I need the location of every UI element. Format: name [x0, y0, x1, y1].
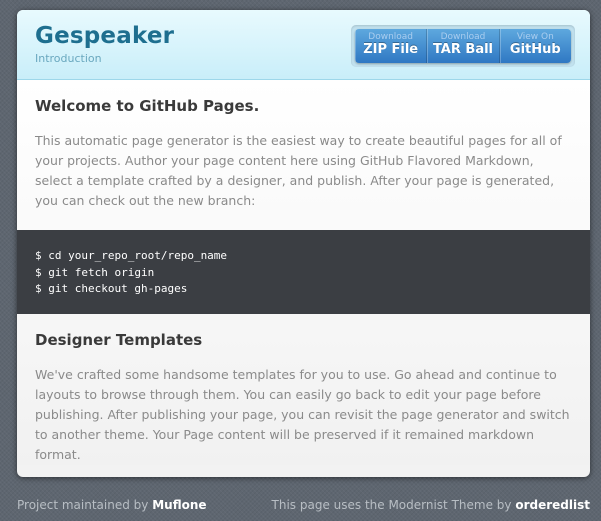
view-on-github-label: GitHub	[509, 42, 561, 57]
download-zip-label: ZIP File	[363, 42, 419, 57]
code-block: $ cd your_repo_root/repo_name $ git fetc…	[17, 230, 590, 314]
download-tar-label: TAR Ball	[432, 42, 494, 57]
code-line: $ git checkout gh-pages	[35, 282, 188, 295]
view-on-github-caption: View On	[516, 32, 554, 42]
site-subtitle: Introduction	[35, 52, 102, 65]
download-zip-button[interactable]: Download ZIP File	[355, 29, 428, 63]
download-zip-caption: Download	[368, 32, 414, 42]
downloads-panel: Download ZIP File Download TAR Ball View…	[351, 25, 575, 67]
view-on-github-button[interactable]: View On GitHub	[500, 29, 571, 63]
theme-author-link[interactable]: orderedlist	[515, 498, 590, 512]
welcome-paragraph: This automatic page generator is the eas…	[35, 133, 562, 208]
designer-templates-section: Designer Templates We've crafted some ha…	[17, 314, 590, 465]
header: Gespeaker Introduction Download ZIP File…	[17, 10, 590, 80]
welcome-section: Welcome to GitHub Pages. This automatic …	[17, 80, 590, 230]
footer-maintainer-text: Project maintained by	[17, 498, 149, 512]
designer-templates-heading: Designer Templates	[35, 331, 203, 349]
designer-templates-paragraph: We've crafted some handsome templates fo…	[35, 367, 570, 462]
welcome-heading: Welcome to GitHub Pages.	[35, 97, 260, 115]
code-line: $ git fetch origin	[35, 265, 155, 279]
download-tar-button[interactable]: Download TAR Ball	[427, 29, 500, 63]
page-card: Gespeaker Introduction Download ZIP File…	[17, 10, 590, 477]
code-line: $ cd your_repo_root/repo_name	[35, 249, 228, 262]
footer-theme-text: This page uses the Modernist Theme by	[271, 498, 512, 512]
footer-maintainer: Project maintained by Muflone	[17, 498, 207, 512]
download-buttons: Download ZIP File Download TAR Ball View…	[355, 29, 571, 63]
footer-theme-credit: This page uses the Modernist Theme by or…	[272, 498, 590, 512]
download-tar-caption: Download	[440, 32, 486, 42]
main-content: Welcome to GitHub Pages. This automatic …	[17, 80, 590, 465]
maintainer-link[interactable]: Muflone	[152, 498, 206, 512]
site-title[interactable]: Gespeaker	[35, 23, 174, 49]
